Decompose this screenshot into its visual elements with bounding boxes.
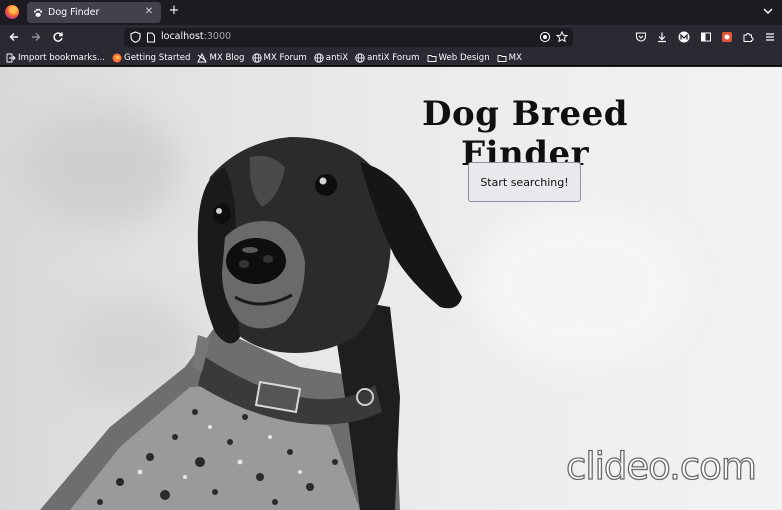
tab-title: Dog Finder	[48, 7, 100, 18]
close-tab-icon[interactable]: ✕	[143, 6, 155, 18]
forward-arrow-icon[interactable]	[29, 30, 43, 44]
address-bar[interactable]: localhost:3000	[124, 28, 573, 47]
globe-icon	[355, 52, 365, 63]
bookmark-getting-started[interactable]: Getting Started	[112, 53, 190, 63]
extension-icon[interactable]	[720, 30, 734, 44]
import-icon	[6, 53, 16, 63]
shield-icon[interactable]	[130, 31, 141, 46]
bookmark-folder-web-design[interactable]: Web Design	[427, 53, 490, 63]
bookmark-label: MX	[508, 52, 522, 63]
bookmark-mx-blog[interactable]: MX Blog	[197, 52, 245, 63]
firefox-logo-icon[interactable]	[5, 5, 19, 19]
globe-icon	[251, 52, 262, 63]
bookmark-mx-forum[interactable]: MX Forum	[251, 52, 307, 63]
bookmark-folder-mx[interactable]: MX	[497, 53, 522, 63]
reader-view-icon[interactable]	[539, 31, 551, 46]
paw-icon	[33, 8, 43, 18]
pocket-icon[interactable]	[634, 30, 648, 44]
extensions-puzzle-icon[interactable]	[741, 30, 755, 44]
download-icon[interactable]	[655, 30, 669, 44]
page-content: Dog Breed Finder Start searching! clideo…	[0, 67, 782, 510]
page-icon[interactable]	[146, 32, 156, 46]
firefox-icon	[112, 53, 122, 63]
reload-icon[interactable]	[51, 30, 65, 44]
start-searching-button[interactable]: Start searching!	[468, 162, 581, 202]
bookmarks-toolbar: Import bookmarks... Getting Started MX B…	[0, 50, 782, 66]
back-arrow-icon[interactable]	[7, 30, 21, 44]
bookmark-label: antiX Forum	[367, 52, 420, 63]
account-icon[interactable]	[677, 30, 691, 44]
tab-dog-finder[interactable]: Dog Finder ✕	[27, 2, 161, 23]
sidebar-toggle-icon[interactable]	[699, 30, 713, 44]
bookmark-label: Import bookmarks...	[18, 52, 106, 63]
folder-icon	[497, 53, 507, 63]
mx-logo-icon	[197, 52, 208, 63]
url-text[interactable]: localhost:3000	[161, 31, 231, 42]
menu-icon[interactable]	[763, 30, 777, 44]
star-bookmark-icon[interactable]	[555, 30, 569, 46]
navigation-toolbar: localhost:3000	[0, 25, 782, 50]
bookmark-label: MX Forum	[263, 52, 307, 63]
bookmark-label: Getting Started	[124, 52, 191, 63]
bookmark-import[interactable]: Import bookmarks...	[6, 53, 105, 63]
globe-icon	[314, 52, 324, 63]
bookmark-label: antiX	[325, 52, 349, 63]
bookmark-antix-forum[interactable]: antiX Forum	[355, 52, 420, 63]
tab-strip: Dog Finder ✕ +	[0, 0, 782, 25]
new-tab-button[interactable]: +	[167, 4, 181, 18]
watermark: clideo.com	[565, 444, 757, 488]
chevron-down-icon[interactable]	[762, 5, 774, 17]
url-host: localhost	[161, 31, 204, 42]
bookmark-label: Web Design	[438, 52, 490, 63]
bookmark-label: MX Blog	[209, 52, 245, 63]
bookmark-antix[interactable]: antiX	[314, 53, 348, 63]
url-port: :3000	[203, 31, 232, 42]
folder-icon	[427, 53, 437, 63]
